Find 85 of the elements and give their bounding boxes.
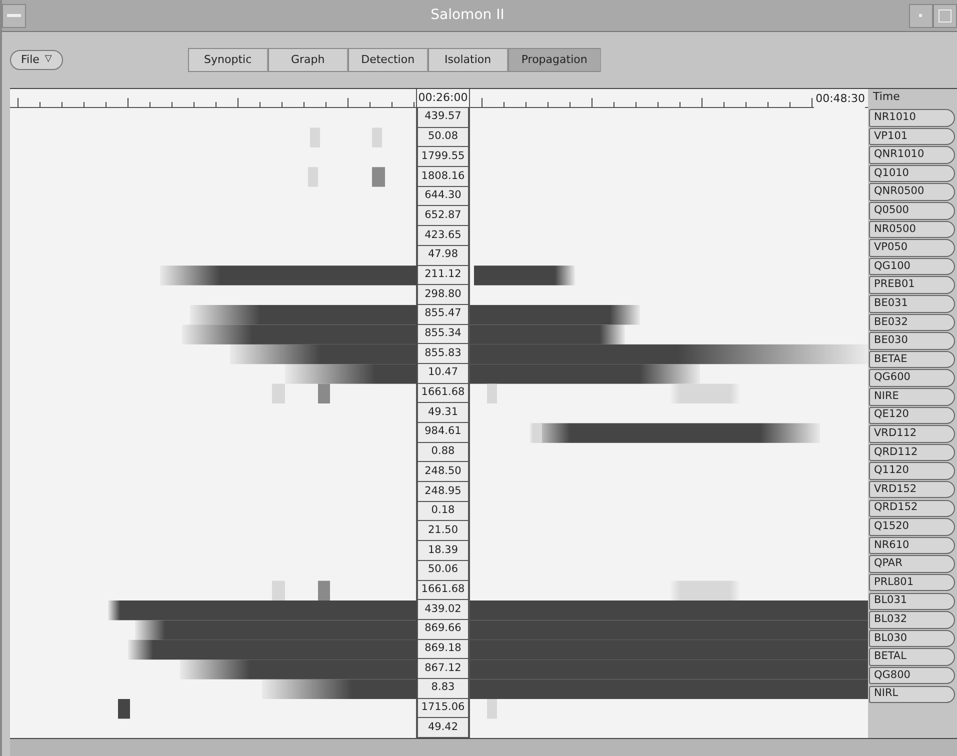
signal-button[interactable]: BL030: [869, 630, 955, 648]
value-cell: 49.42: [417, 718, 469, 738]
window-title: Salomon II: [430, 6, 506, 25]
signal-button[interactable]: QNR1010: [869, 146, 955, 164]
value-cell: 298.80: [417, 285, 469, 305]
signal-button[interactable]: QRD152: [869, 500, 955, 518]
value-cell: 439.02: [417, 600, 469, 620]
minimize-button[interactable]: [909, 4, 933, 28]
signal-button[interactable]: BETAE: [869, 350, 955, 368]
signal-button[interactable]: BE032: [869, 314, 955, 332]
value-cell: 1661.68: [417, 580, 469, 600]
signal-button[interactable]: QG800: [869, 666, 955, 684]
file-menu-button[interactable]: File ▽: [10, 50, 63, 70]
signal-button[interactable]: QE120: [869, 406, 955, 424]
signal-button[interactable]: VP101: [869, 128, 955, 146]
signal-button[interactable]: BE031: [869, 295, 955, 313]
value-cell: 855.83: [417, 344, 469, 364]
tab[interactable]: Propagation: [508, 48, 601, 72]
signal-button[interactable]: VRD152: [869, 480, 955, 498]
signal-button[interactable]: QNR0500: [869, 183, 955, 201]
heat-bar: [372, 167, 385, 187]
value-cell: 855.47: [417, 304, 469, 325]
signal-button[interactable]: NIRL: [869, 686, 955, 703]
window-menu-button[interactable]: [2, 4, 26, 28]
heat-bar: [372, 128, 382, 148]
value-cell: 439.57: [417, 108, 469, 128]
heat-bar: [310, 128, 320, 148]
signal-button[interactable]: QPAR: [869, 555, 955, 573]
value-cell: 21.50: [417, 521, 469, 542]
time-label: 00:26:00: [418, 90, 468, 106]
value-cell: 644.30: [417, 186, 469, 206]
value-cell: 0.18: [417, 502, 469, 522]
signal-button[interactable]: QG600: [869, 369, 955, 387]
heat-bar: [118, 699, 130, 719]
time-label: 00:48:30: [814, 91, 865, 108]
signal-button[interactable]: BL031: [869, 592, 955, 610]
tab[interactable]: Isolation: [428, 48, 508, 72]
signal-button[interactable]: BE030: [869, 332, 955, 350]
value-cell: 867.12: [417, 659, 469, 679]
value-cell: 47.98: [417, 246, 469, 266]
square-icon: [938, 8, 952, 22]
value-cell: 0.88: [417, 442, 469, 462]
signal-button[interactable]: NIRE: [869, 388, 955, 406]
value-cell: 8.83: [417, 678, 469, 699]
value-cell: 248.50: [417, 462, 469, 482]
value-cell: 50.08: [417, 128, 469, 148]
value-cell: 1799.55: [417, 147, 469, 168]
signal-button[interactable]: BL032: [869, 611, 955, 629]
heat-bar: [308, 167, 318, 187]
signal-button[interactable]: PRL801: [869, 574, 955, 592]
signal-button[interactable]: Q1520: [869, 518, 955, 536]
tab[interactable]: Graph: [268, 48, 348, 72]
value-cell: 50.06: [417, 560, 469, 580]
dropdown-arrow-icon: ▽: [44, 53, 52, 67]
value-cell: 1808.16: [417, 167, 469, 187]
value-cell: 248.95: [417, 482, 469, 502]
value-cell: 1661.68: [417, 384, 469, 404]
value-cell: 10.47: [417, 364, 469, 384]
value-cell: 652.87: [417, 206, 469, 226]
value-cell: 855.34: [417, 324, 469, 344]
signal-button[interactable]: Q0500: [869, 202, 955, 220]
signal-button[interactable]: Q1120: [869, 462, 955, 480]
signal-button[interactable]: QRD112: [869, 444, 955, 462]
value-cell: 869.66: [417, 620, 469, 640]
signal-button[interactable]: QG100: [869, 258, 955, 276]
signal-button[interactable]: PREB01: [869, 276, 955, 294]
value-cell: 1715.06: [417, 698, 469, 718]
signal-button[interactable]: NR610: [869, 536, 955, 554]
maximize-button[interactable]: [933, 4, 957, 28]
signal-button[interactable]: BETAL: [869, 648, 955, 666]
value-cell: 18.39: [417, 541, 469, 561]
tab[interactable]: Detection: [348, 48, 428, 72]
value-cell: 49.31: [417, 403, 469, 423]
signal-button[interactable]: VRD112: [869, 425, 955, 443]
value-cell: 984.61: [417, 423, 469, 443]
minus-icon: [7, 14, 21, 18]
signal-button[interactable]: VP050: [869, 239, 955, 257]
value-cell: 869.18: [417, 640, 469, 660]
tab[interactable]: Synoptic: [188, 48, 268, 72]
signal-button[interactable]: NR1010: [869, 109, 955, 127]
signal-button[interactable]: Q1010: [869, 164, 955, 182]
value-cell: 423.65: [417, 226, 469, 246]
value-cell: 211.12: [417, 266, 469, 286]
column-heading: Time: [873, 90, 900, 103]
signal-button[interactable]: NR0500: [869, 220, 955, 238]
